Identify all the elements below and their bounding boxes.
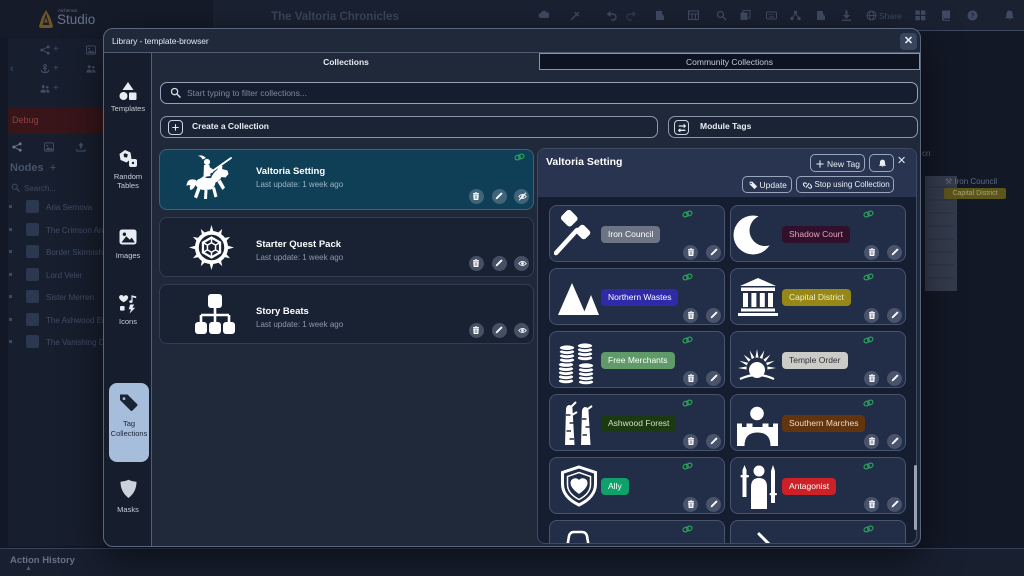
svg-text:?: ? — [970, 13, 974, 20]
